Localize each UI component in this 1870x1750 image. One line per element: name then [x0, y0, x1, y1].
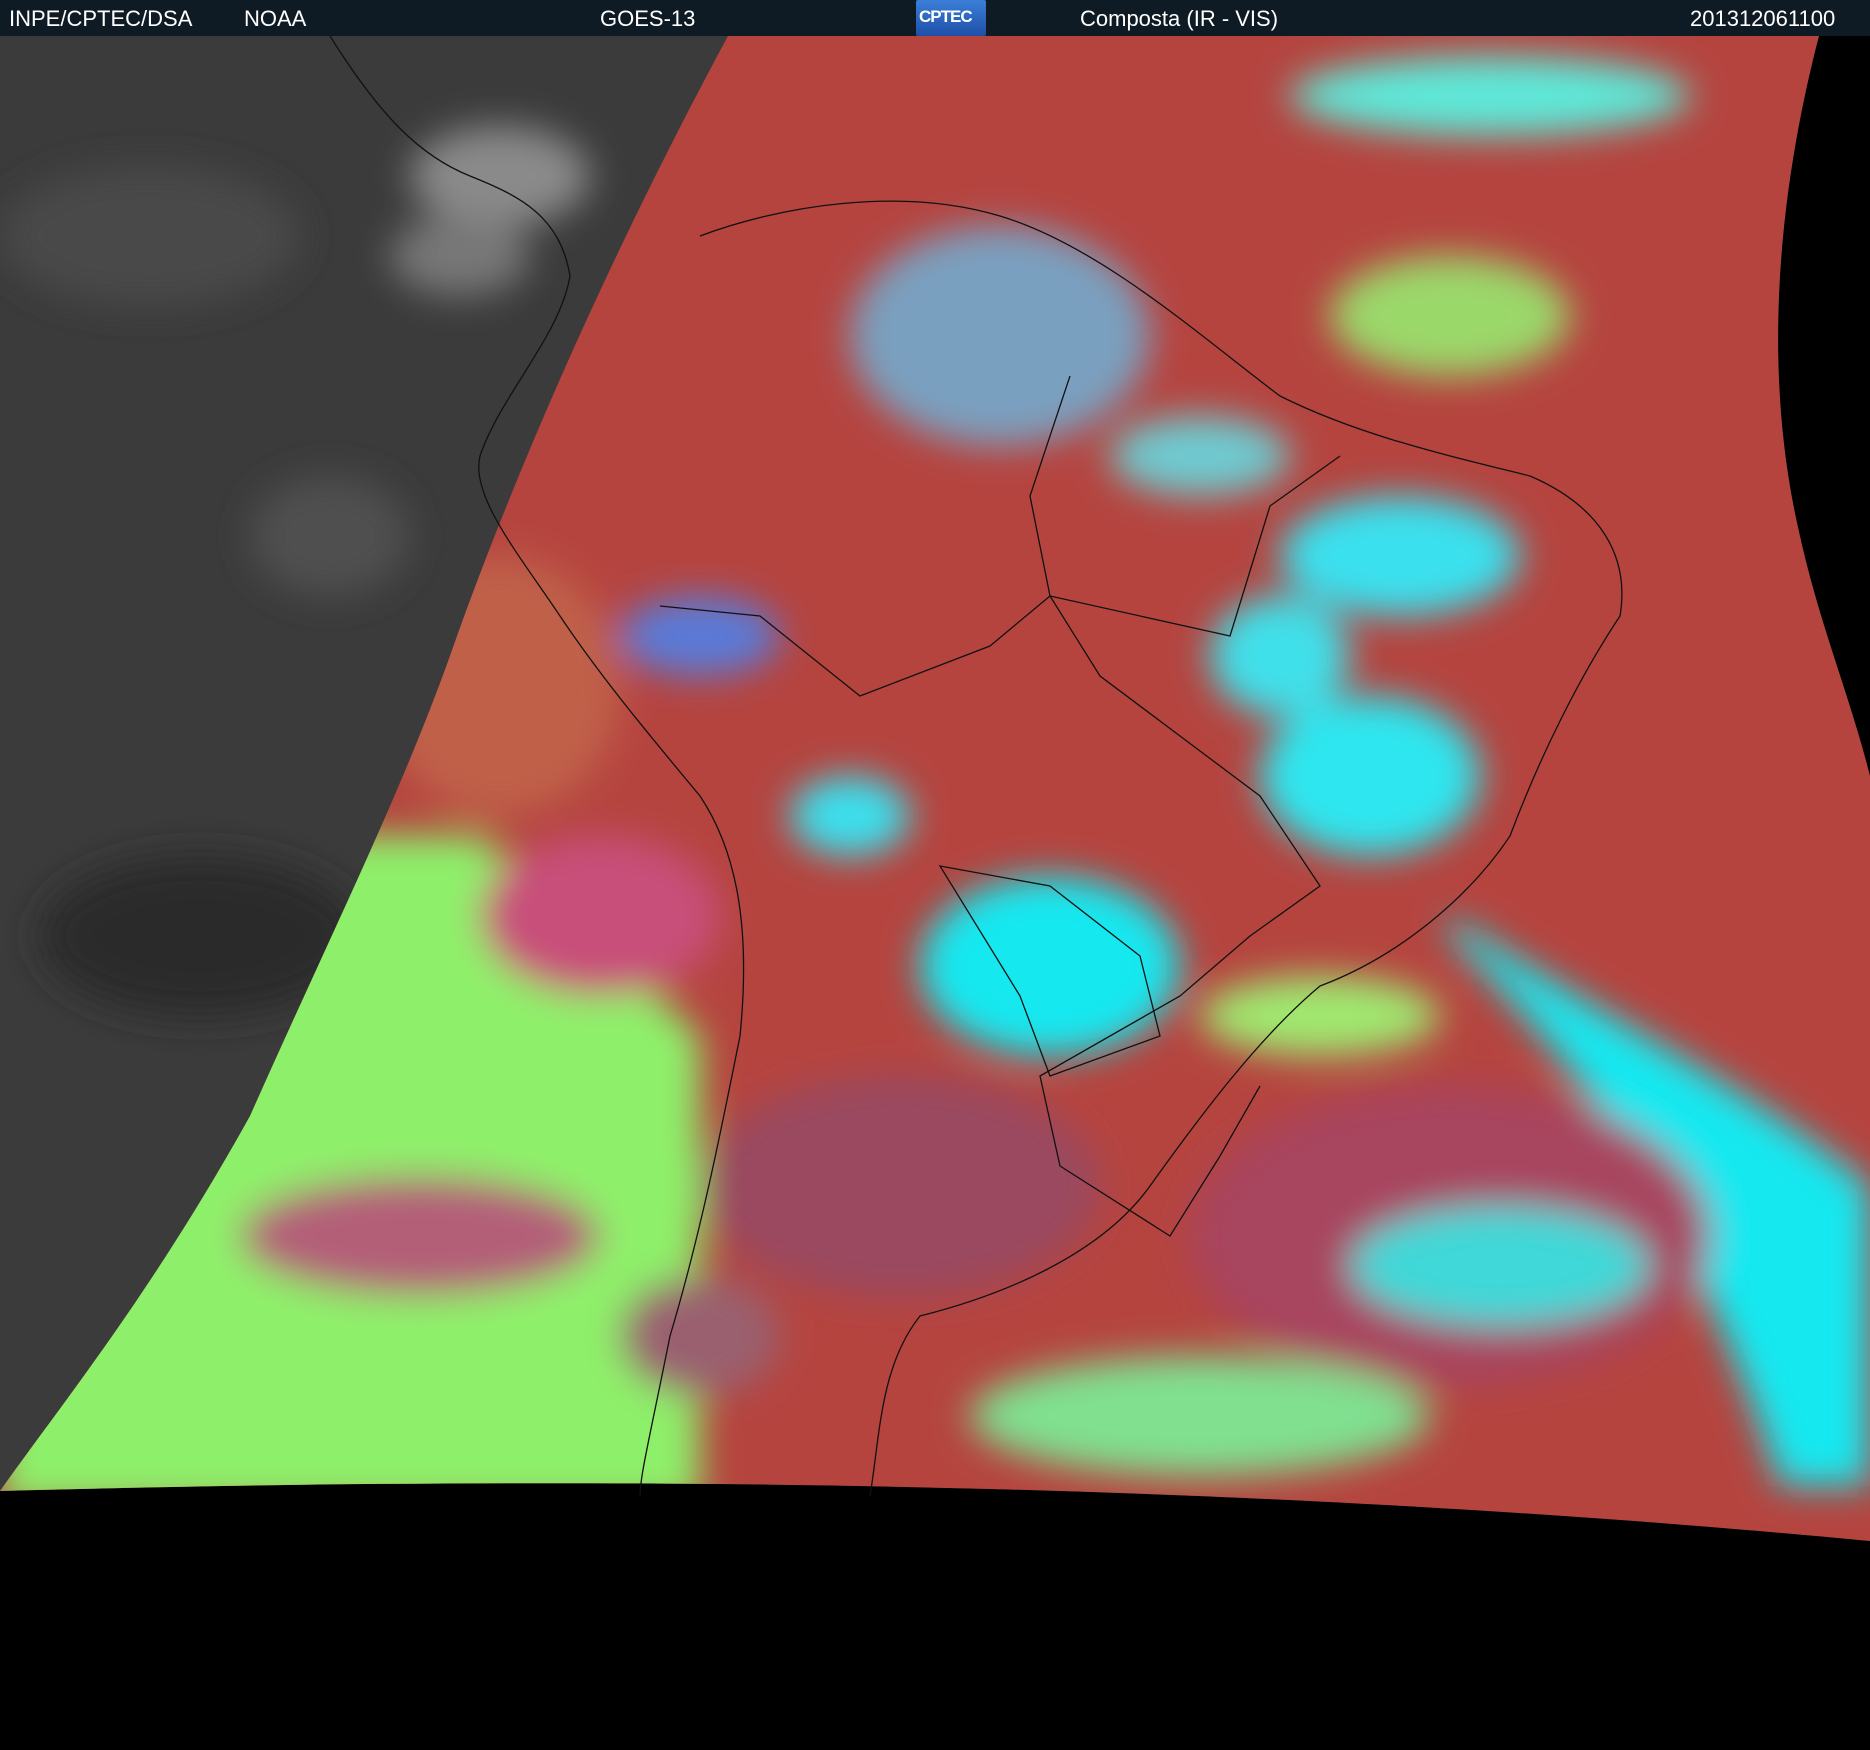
- image-header: INPE/CPTEC/DSA NOAA GOES-13 CPTEC Compos…: [0, 0, 1870, 36]
- satellite-label: GOES-13: [600, 6, 696, 31]
- institution-label: INPE/CPTEC/DSA: [9, 6, 193, 31]
- product-label: Composta (IR - VIS): [1080, 6, 1279, 31]
- satellite-image: [0, 36, 1870, 1750]
- timestamp-label: 201312061100: [1690, 6, 1836, 31]
- cptec-logo: CPTEC: [916, 0, 986, 36]
- agency-label: NOAA: [244, 6, 307, 31]
